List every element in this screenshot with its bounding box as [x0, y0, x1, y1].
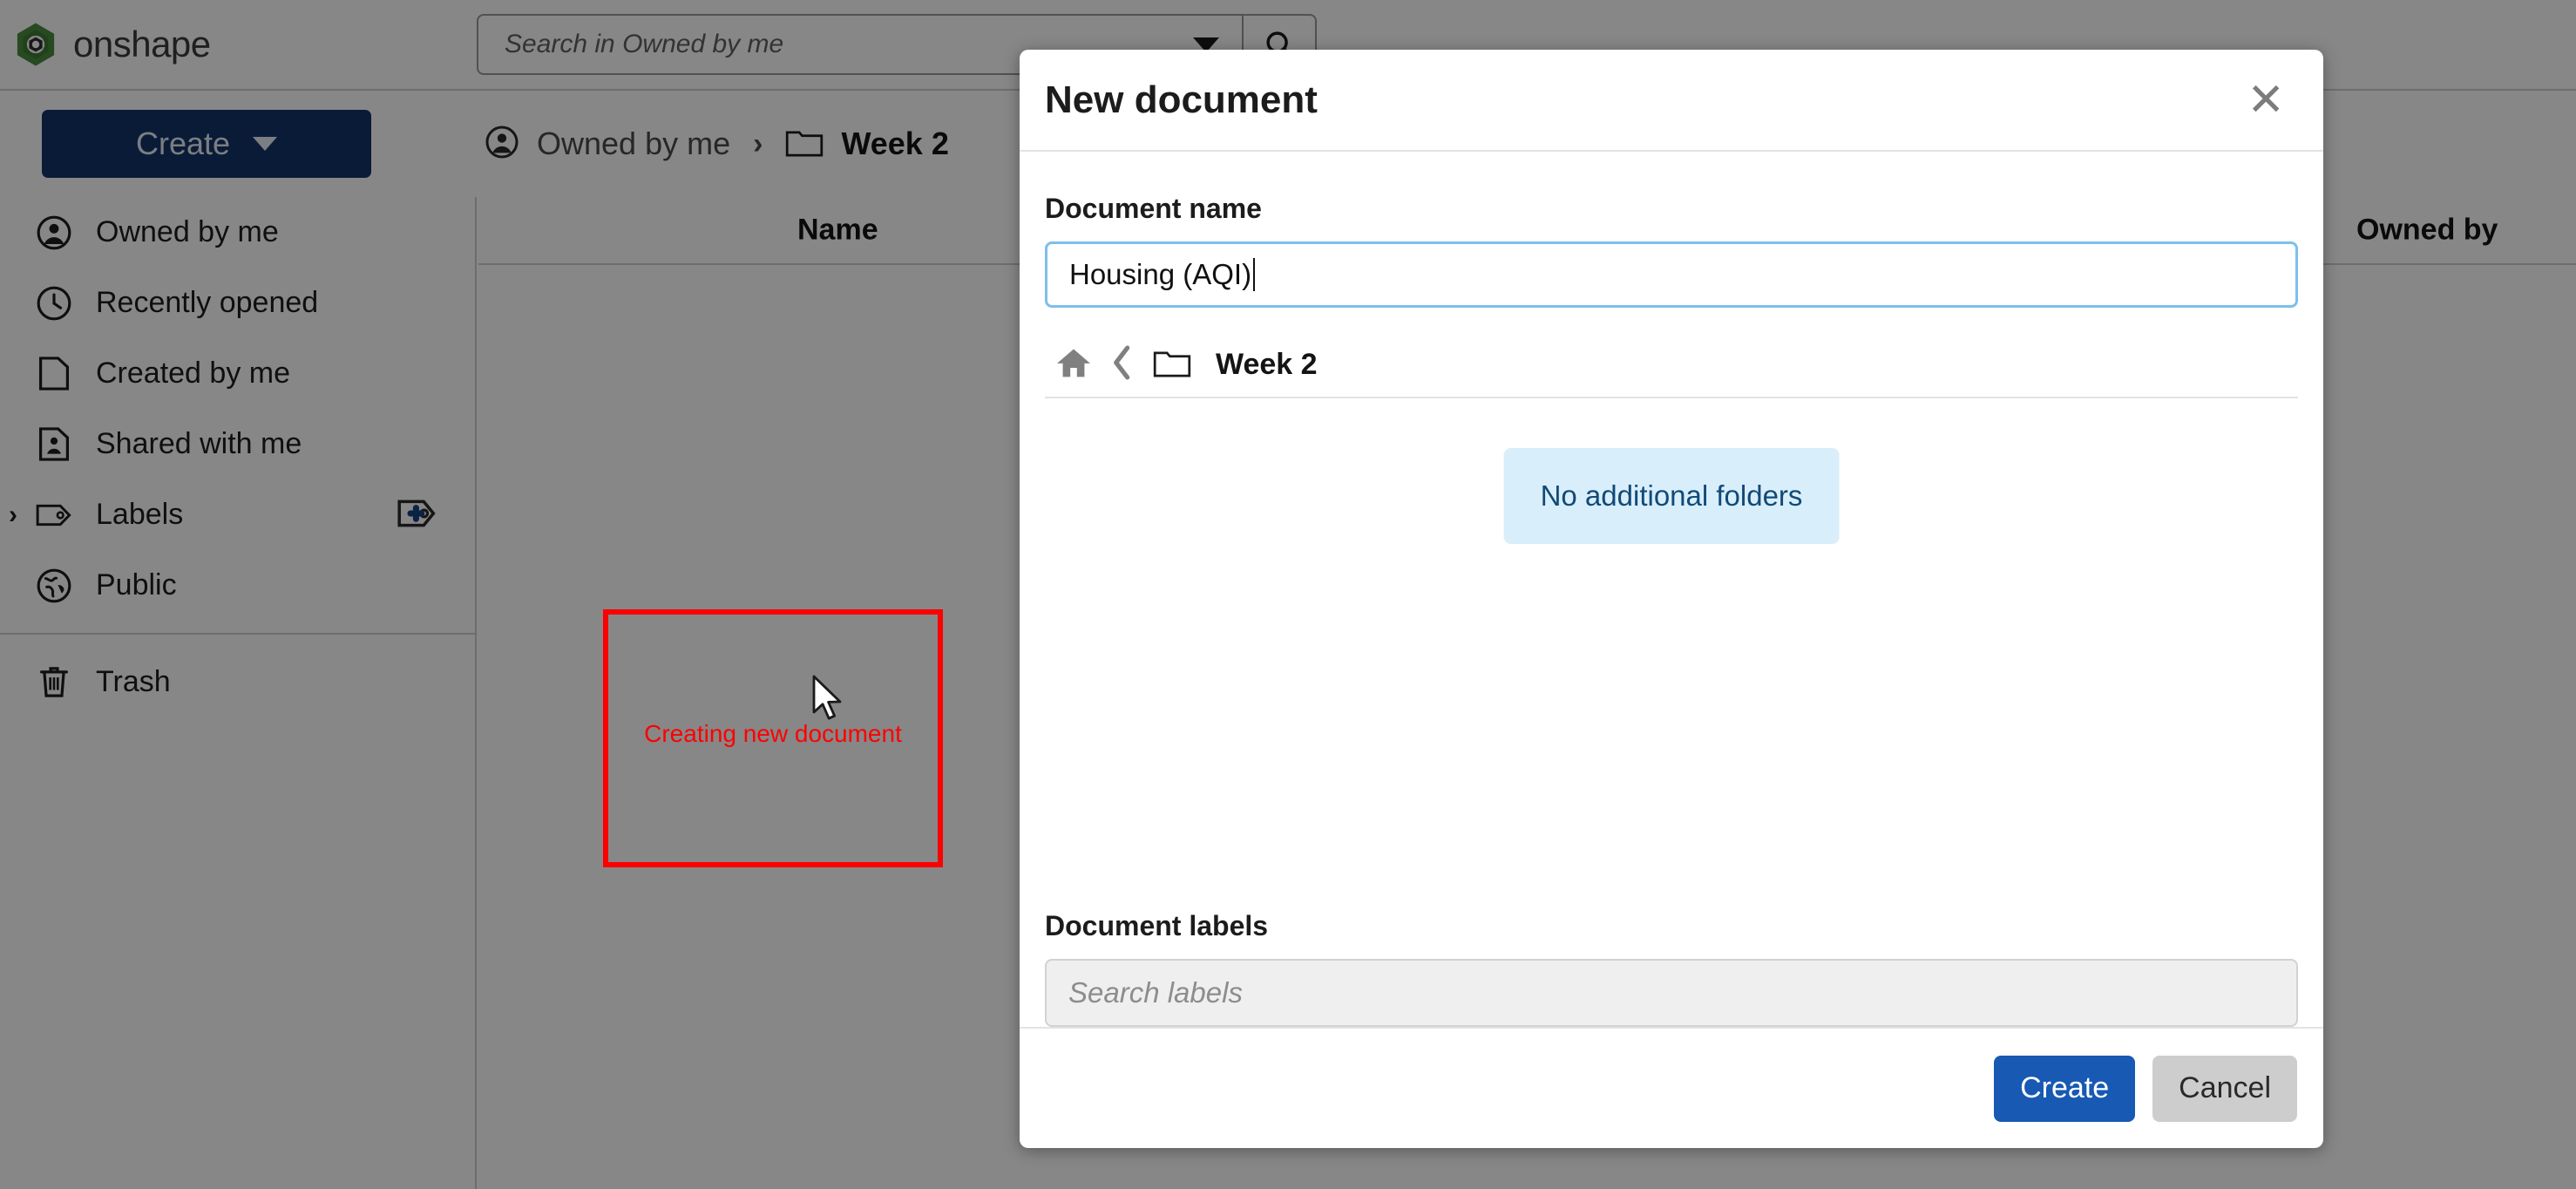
document-labels-label: Document labels [1045, 910, 1269, 942]
annotation-box: Creating new document [603, 609, 943, 867]
folder-breadcrumb: Week 2 [1045, 332, 2298, 399]
home-icon[interactable] [1055, 346, 1092, 384]
folder-icon [1153, 346, 1191, 383]
new-document-dialog: New document ✕ Document name Housing (AQ… [1020, 50, 2323, 1148]
text-caret [1253, 258, 1256, 292]
annotation-label: Creating new document [644, 720, 902, 747]
close-icon[interactable]: ✕ [2238, 74, 2294, 126]
dialog-body: Document name Housing (AQI) Week 2 No ad… [1020, 152, 2323, 1028]
folder-breadcrumb-current[interactable]: Week 2 [1216, 348, 1318, 382]
document-name-input[interactable]: Housing (AQI) [1045, 241, 2298, 309]
empty-folders-message: No additional folders [1503, 448, 1840, 545]
chevron-left-icon[interactable] [1111, 344, 1134, 385]
cancel-button[interactable]: Cancel [2152, 1055, 2297, 1122]
labels-search-placeholder: Search labels [1068, 976, 1243, 1009]
app-root: onshape Search in Owned by me Create Own… [0, 0, 2576, 1189]
document-name-label: Document name [1045, 193, 1262, 225]
dialog-title: New document [1045, 78, 1318, 121]
labels-search-input[interactable]: Search labels [1045, 959, 2298, 1028]
folder-list: No additional folders [1045, 398, 2298, 869]
dialog-footer: Create Cancel [1020, 1027, 2323, 1148]
create-confirm-button[interactable]: Create [1994, 1055, 2136, 1122]
mouse-cursor-icon [810, 674, 845, 723]
dialog-header: New document ✕ [1020, 50, 2323, 153]
document-name-value: Housing (AQI) [1069, 258, 1252, 291]
